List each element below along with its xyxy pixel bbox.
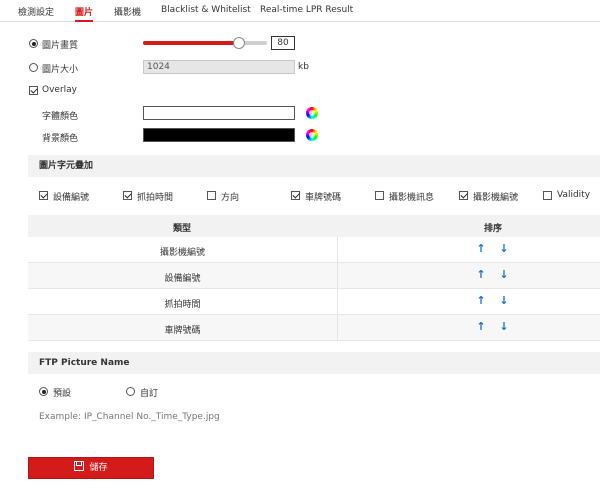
overlay-item-device-no-checkbox[interactable] bbox=[39, 191, 48, 200]
column-divider bbox=[337, 263, 338, 289]
table-row: 設備編號 ↑ ↓ bbox=[28, 263, 600, 289]
overlay-item-label: 攝影機編號 bbox=[473, 193, 519, 203]
column-header-order: 排序 bbox=[484, 224, 503, 234]
font-color-swatch[interactable] bbox=[143, 106, 295, 120]
arrow-down-icon[interactable]: ↓ bbox=[499, 321, 509, 333]
color-wheel-icon[interactable] bbox=[306, 107, 318, 119]
quality-slider-handle[interactable] bbox=[233, 37, 245, 49]
table-row: 車牌號碼 ↑ ↓ bbox=[28, 315, 600, 341]
column-header-type: 類型 bbox=[173, 224, 192, 234]
arrow-down-icon[interactable]: ↓ bbox=[499, 269, 509, 281]
size-input: 1024 bbox=[143, 60, 295, 74]
arrow-up-icon[interactable]: ↑ bbox=[476, 295, 486, 307]
overlay-checkbox[interactable] bbox=[29, 86, 38, 95]
arrow-up-icon[interactable]: ↑ bbox=[476, 269, 486, 281]
quality-label: 圖片畫質 bbox=[42, 41, 79, 51]
table-cell-type: 抓拍時間 bbox=[164, 300, 201, 310]
save-icon bbox=[74, 461, 85, 471]
table-row: 抓拍時間 ↑ ↓ bbox=[28, 289, 600, 315]
overlay-item-label: 攝影機訊息 bbox=[389, 193, 435, 203]
ftp-section-header: FTP Picture Name bbox=[28, 352, 600, 374]
table-cell-type: 車牌號碼 bbox=[164, 326, 201, 336]
ftp-default-radio[interactable] bbox=[39, 387, 48, 396]
arrow-down-icon[interactable]: ↓ bbox=[499, 243, 509, 255]
tab-picture[interactable]: 圖片 bbox=[75, 5, 94, 22]
tab-camera[interactable]: 攝影機 bbox=[114, 5, 141, 22]
color-wheel-icon[interactable] bbox=[306, 129, 318, 141]
column-divider bbox=[337, 237, 338, 263]
bg-color-label: 背景顏色 bbox=[42, 134, 79, 144]
arrow-down-icon[interactable]: ↓ bbox=[499, 295, 509, 307]
save-button[interactable]: 儲存 bbox=[28, 457, 154, 479]
font-color-label: 字體顏色 bbox=[42, 112, 79, 122]
tab-detection-settings[interactable]: 檢測設定 bbox=[18, 5, 54, 22]
quality-value-field[interactable]: 80 bbox=[271, 36, 295, 50]
size-unit: kb bbox=[298, 62, 309, 72]
bg-color-swatch[interactable] bbox=[143, 128, 295, 142]
save-label: 儲存 bbox=[89, 463, 108, 473]
overlay-item-camera-no-checkbox[interactable] bbox=[459, 191, 468, 200]
overlay-item-camera-info-checkbox[interactable] bbox=[375, 191, 384, 200]
quality-slider-track[interactable] bbox=[143, 41, 267, 45]
arrow-up-icon[interactable]: ↑ bbox=[476, 243, 486, 255]
ftp-custom-radio[interactable] bbox=[126, 387, 135, 396]
table-cell-type: 攝影機編號 bbox=[159, 248, 205, 258]
overlay-item-label: 抓拍時間 bbox=[137, 193, 174, 203]
column-divider bbox=[337, 289, 338, 315]
overlay-section-header: 圖片字元疊加 bbox=[28, 155, 600, 177]
column-divider bbox=[337, 315, 338, 341]
tab-bar: 檢測設定 圖片 攝影機 Blacklist & Whitelist Real-t… bbox=[0, 0, 600, 22]
tab-realtime-lpr-result[interactable]: Real-time LPR Result bbox=[260, 5, 353, 22]
quality-radio[interactable] bbox=[29, 39, 38, 48]
overlay-item-capture-time-checkbox[interactable] bbox=[123, 191, 132, 200]
ftp-default-label: 預設 bbox=[53, 389, 72, 399]
quality-slider-fill bbox=[143, 41, 238, 45]
overlay-item-direction-checkbox[interactable] bbox=[207, 191, 216, 200]
table-row: 攝影機編號 ↑ ↓ bbox=[28, 237, 600, 263]
overlay-item-plate-no-checkbox[interactable] bbox=[291, 191, 300, 200]
overlay-item-label: Validity bbox=[557, 190, 591, 200]
overlay-item-label: 車牌號碼 bbox=[305, 193, 342, 203]
size-label: 圖片大小 bbox=[42, 65, 79, 75]
overlay-item-label: 設備編號 bbox=[53, 193, 90, 203]
overlay-item-validity-checkbox[interactable] bbox=[543, 191, 552, 200]
size-radio[interactable] bbox=[29, 63, 38, 72]
ftp-custom-label: 自訂 bbox=[140, 389, 159, 399]
overlay-item-label: 方向 bbox=[221, 193, 240, 203]
arrow-up-icon[interactable]: ↑ bbox=[476, 321, 486, 333]
table-cell-type: 設備編號 bbox=[164, 274, 201, 284]
tab-blacklist-whitelist[interactable]: Blacklist & Whitelist bbox=[161, 5, 251, 22]
overlay-label: Overlay bbox=[42, 85, 77, 95]
overlay-order-table-header: 類型 排序 bbox=[28, 215, 600, 237]
ftp-example-text: Example: IP_Channel No._Time_Type.jpg bbox=[39, 412, 220, 422]
